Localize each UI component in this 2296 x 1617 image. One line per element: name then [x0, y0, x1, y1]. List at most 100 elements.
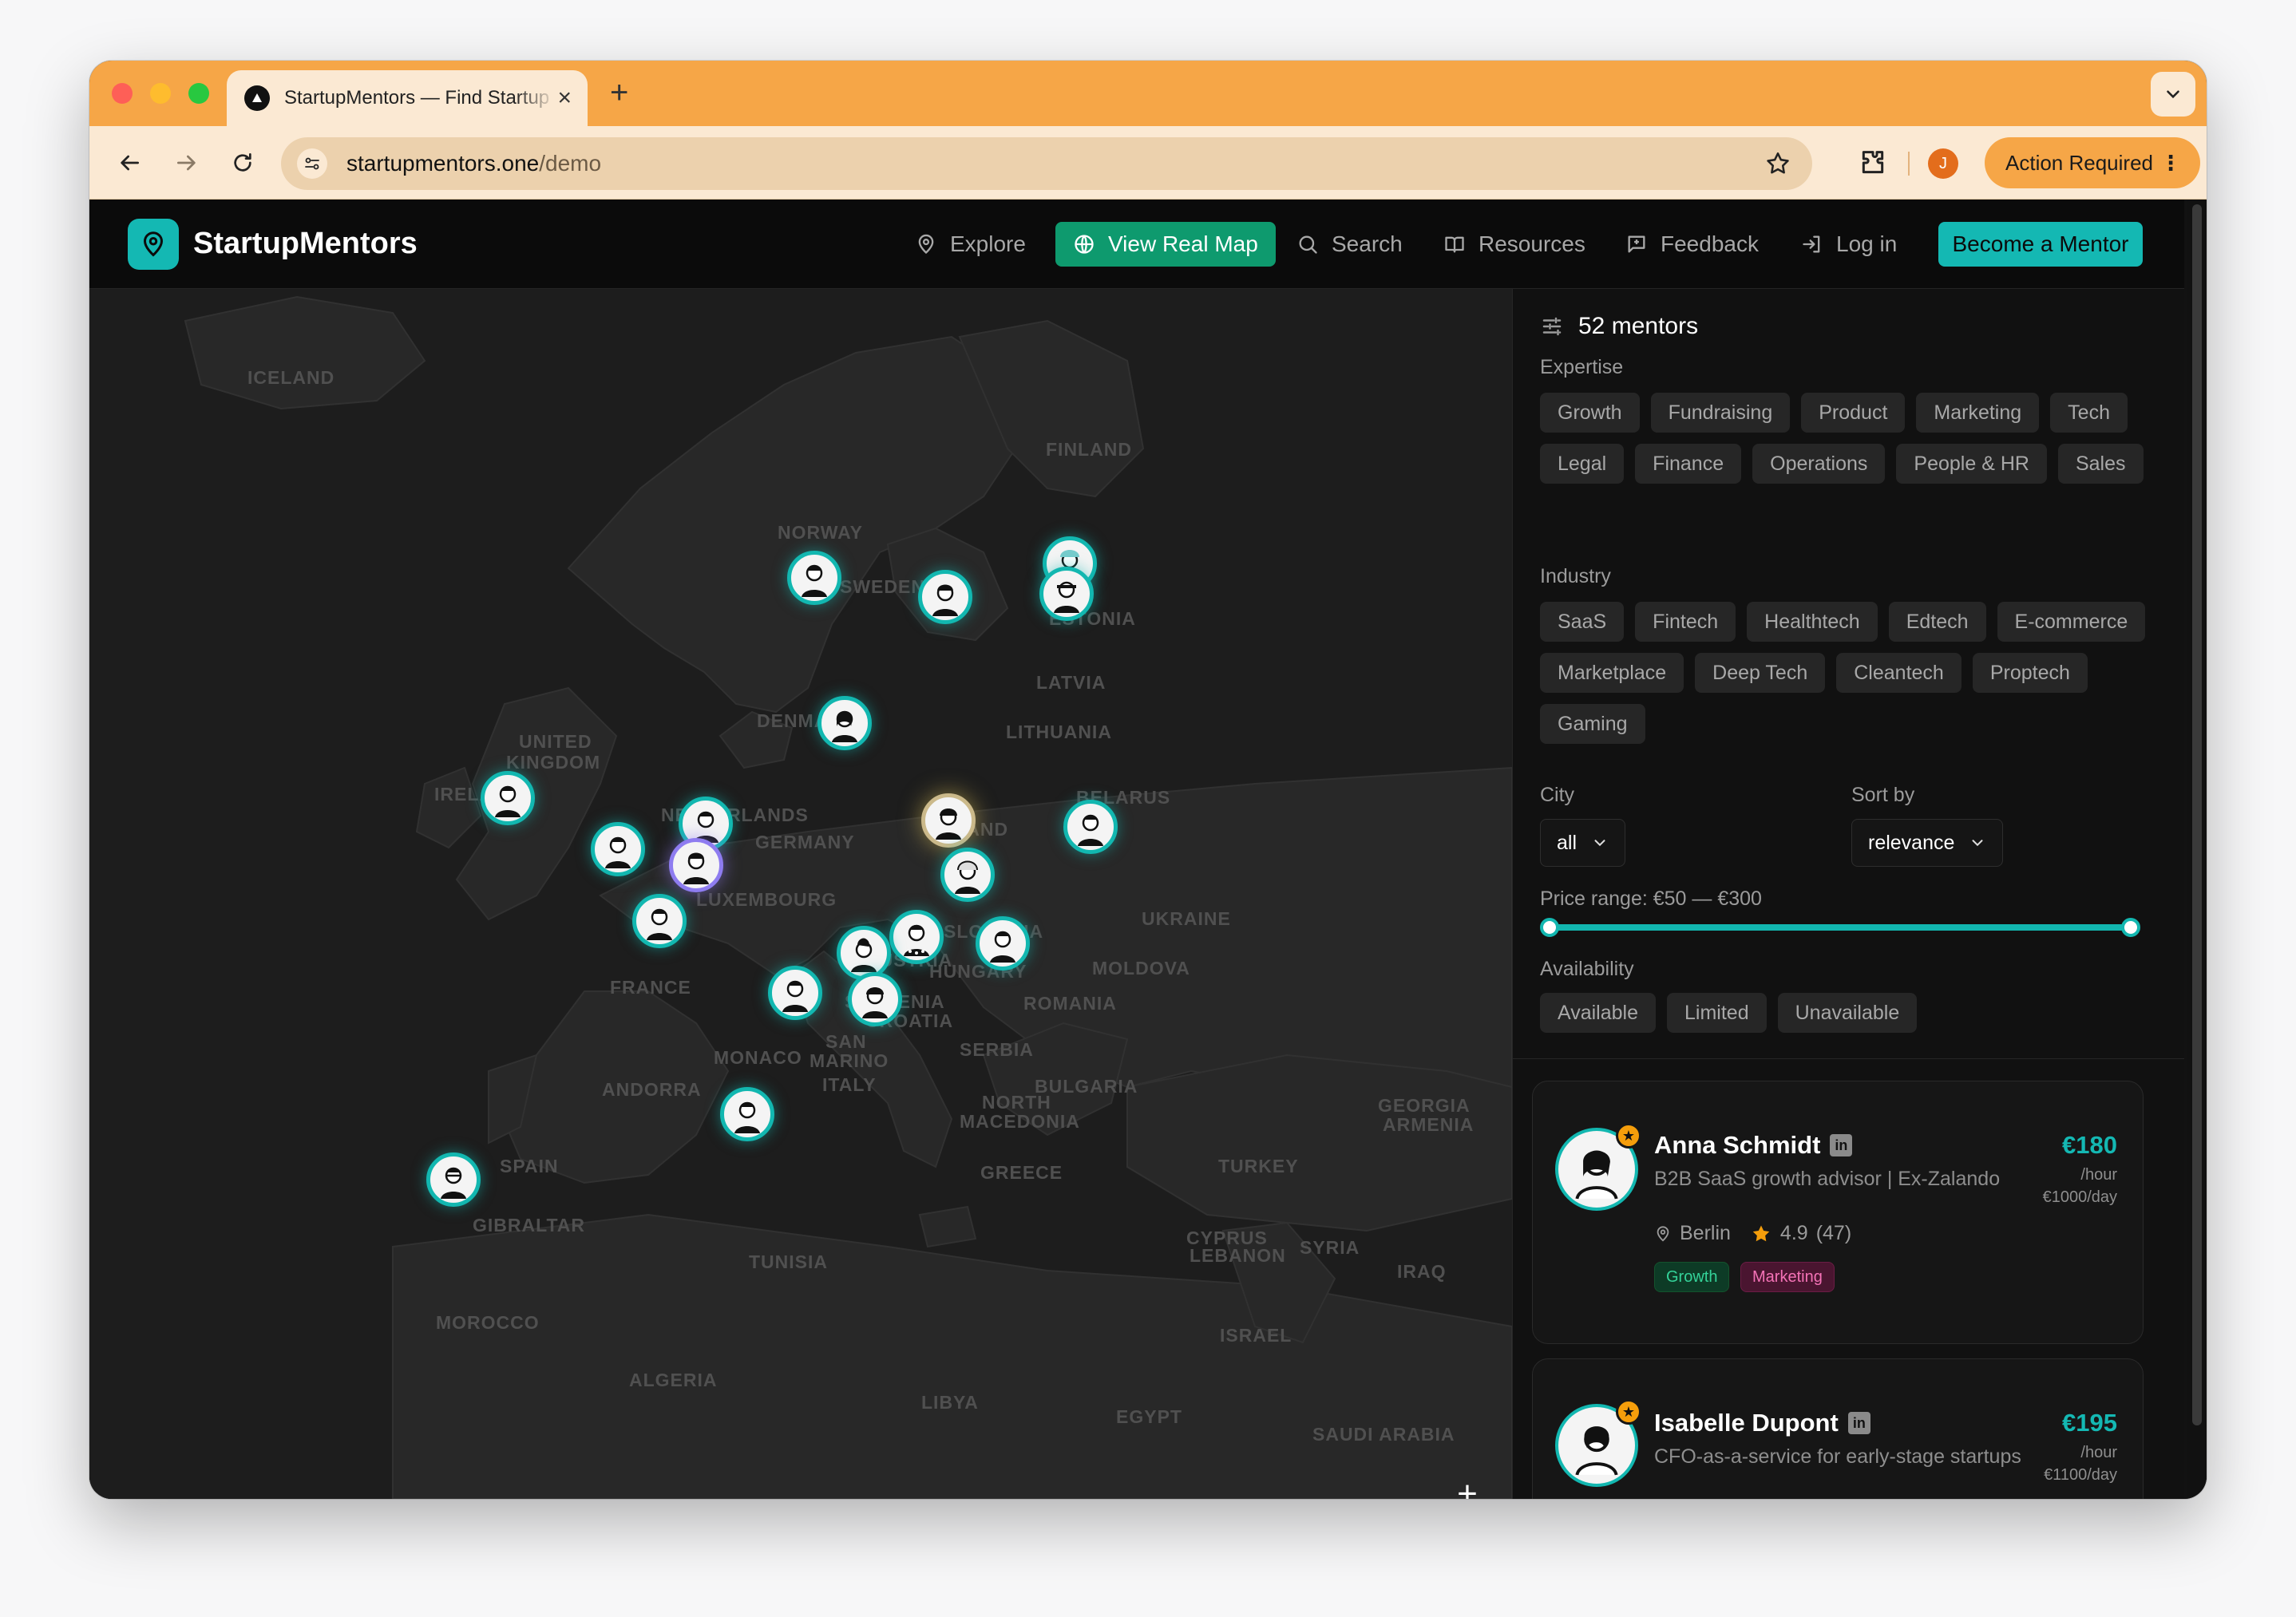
panel-divider: [1513, 1058, 2184, 1059]
chip-expertise[interactable]: Operations: [1752, 444, 1886, 484]
chip-expertise[interactable]: People & HR: [1896, 444, 2047, 484]
sliders-icon[interactable]: [1540, 314, 1564, 338]
forward-button[interactable]: [169, 145, 204, 180]
become-mentor-button[interactable]: Become a Mentor: [1938, 222, 2143, 267]
chip-industry[interactable]: Cleantech: [1836, 653, 1961, 693]
mentor-pin[interactable]: [768, 966, 822, 1020]
reload-icon: [234, 153, 251, 172]
chip-industry[interactable]: Proptech: [1972, 653, 2088, 693]
chip-industry[interactable]: Deep Tech: [1695, 653, 1826, 693]
minimize-window-button[interactable]: [150, 83, 171, 104]
tab-title: StartupMentors — Find Startup Mentors: [284, 87, 556, 109]
action-required-button[interactable]: Action Required ⋮: [1985, 137, 2200, 188]
tab-search-button[interactable]: [2151, 72, 2195, 117]
chip-industry[interactable]: Marketplace: [1540, 653, 1684, 693]
tab-bar: StartupMentors — Find Startup Mentors × …: [89, 61, 2207, 126]
chip-industry[interactable]: Edtech: [1888, 602, 1986, 642]
featured-star-icon: ★: [1616, 1123, 1641, 1149]
person-avatar-icon: [932, 584, 958, 616]
nav-search[interactable]: Search: [1296, 222, 1403, 267]
linkedin-icon[interactable]: in: [1830, 1134, 1853, 1156]
kebab-menu-icon: ⋮: [2160, 151, 2181, 175]
mentor-meta: Berlin 4.9 (47): [1654, 1222, 1851, 1245]
extensions-puzzle-icon[interactable]: [1857, 147, 1889, 179]
featured-star-icon: ★: [1616, 1399, 1641, 1425]
mentor-name[interactable]: Isabelle Dupont: [1654, 1409, 1839, 1437]
mentor-pin[interactable]: [1039, 567, 1094, 621]
map-label: EGYPT: [1116, 1406, 1182, 1427]
chip-industry[interactable]: E-commerce: [1997, 602, 2146, 642]
sort-select[interactable]: relevance: [1851, 819, 2004, 867]
chip-expertise[interactable]: Finance: [1635, 444, 1742, 484]
chip-expertise[interactable]: Marketing: [1916, 393, 2040, 433]
chip-expertise[interactable]: Fundraising: [1650, 393, 1791, 433]
mentor-pin[interactable]: [591, 822, 645, 876]
chip-expertise[interactable]: Sales: [2057, 444, 2144, 484]
mentor-card[interactable]: ★ Isabelle Dupont in CFO-as-a-service fo…: [1532, 1358, 2144, 1499]
chip-industry[interactable]: Gaming: [1540, 704, 1645, 744]
close-tab-icon[interactable]: ×: [557, 86, 572, 110]
mentor-pin[interactable]: [426, 1152, 481, 1207]
chip-industry[interactable]: SaaS: [1540, 602, 1625, 642]
price-slider-track[interactable]: [1548, 924, 2128, 931]
mentor-map[interactable]: ICELAND FINLAND NORWAY SWEDEN ESTONIA LA…: [89, 289, 1512, 1499]
chip-expertise[interactable]: Tech: [2050, 393, 2128, 433]
page-scrollbar[interactable]: [2187, 200, 2207, 1499]
site-settings-icon[interactable]: [297, 148, 327, 179]
mentor-pin[interactable]: [787, 551, 841, 605]
mentor-name[interactable]: Anna Schmidt: [1654, 1131, 1820, 1160]
person-avatar-icon: [1575, 1150, 1618, 1200]
chip-availability[interactable]: Available: [1540, 993, 1657, 1033]
nav-feedback[interactable]: Feedback: [1625, 222, 1759, 267]
price-slider-max-handle[interactable]: [2121, 918, 2140, 937]
app-root: StartupMentors Explore View Real Map Sea…: [89, 200, 2207, 1499]
mentor-pin[interactable]: [889, 910, 944, 964]
reload-button[interactable]: [225, 145, 260, 180]
sort-select-value: relevance: [1868, 831, 1955, 854]
brand-name[interactable]: StartupMentors: [193, 227, 418, 261]
mentor-pin[interactable]: [976, 916, 1030, 971]
mentor-pin[interactable]: [940, 848, 995, 902]
mentor-pin-featured[interactable]: [921, 793, 976, 848]
mentor-pin[interactable]: [817, 696, 872, 750]
page-scrollbar-thumb[interactable]: [2192, 204, 2202, 1425]
chip-availability[interactable]: Limited: [1667, 993, 1767, 1033]
availability-label: Availability: [1540, 958, 1634, 980]
nav-explore[interactable]: Explore: [915, 222, 1026, 267]
city-select[interactable]: all: [1540, 819, 1626, 867]
mentor-pin[interactable]: [848, 972, 902, 1026]
bookmark-star-icon[interactable]: [1764, 150, 1791, 177]
nav-login[interactable]: Log in: [1801, 222, 1897, 267]
mentor-pin[interactable]: [1063, 800, 1118, 854]
mentor-pin[interactable]: [918, 570, 972, 624]
mentor-pin[interactable]: [720, 1087, 774, 1141]
chip-industry[interactable]: Healthtech: [1747, 602, 1878, 642]
new-tab-button[interactable]: +: [610, 77, 628, 109]
mentor-pin[interactable]: [481, 771, 535, 825]
mentor-card[interactable]: ★ Anna Schmidt in B2B SaaS growth adviso…: [1532, 1081, 2144, 1344]
mentor-pin[interactable]: [632, 894, 687, 948]
chip-expertise[interactable]: Product: [1801, 393, 1906, 433]
site-header: StartupMentors Explore View Real Map Sea…: [89, 200, 2184, 289]
zoom-in-button[interactable]: +: [1447, 1470, 1488, 1499]
mentor-pin-selected[interactable]: [669, 838, 723, 892]
close-window-button[interactable]: [112, 83, 133, 104]
chip-availability[interactable]: Unavailable: [1777, 993, 1918, 1033]
chip-expertise[interactable]: Legal: [1540, 444, 1625, 484]
map-label: FINLAND: [1046, 439, 1132, 460]
nav-view-real-map[interactable]: View Real Map: [1055, 222, 1276, 267]
chip-industry[interactable]: Fintech: [1635, 602, 1736, 642]
back-button[interactable]: [112, 145, 147, 180]
action-required-label: Action Required: [2005, 150, 2153, 175]
profile-avatar[interactable]: J: [1928, 148, 1958, 179]
maximize-window-button[interactable]: [188, 83, 209, 104]
chip-expertise[interactable]: Growth: [1540, 393, 1640, 433]
active-tab[interactable]: StartupMentors — Find Startup Mentors ×: [227, 70, 588, 126]
nav-resources[interactable]: Resources: [1443, 222, 1585, 267]
address-bar[interactable]: startupmentors.one/demo: [281, 137, 1812, 190]
linkedin-icon[interactable]: in: [1847, 1412, 1870, 1434]
person-avatar-icon: [683, 852, 709, 884]
logo-map-pin-icon[interactable]: [128, 219, 179, 270]
price-slider-min-handle[interactable]: [1540, 918, 1559, 937]
mentor-pin[interactable]: [837, 926, 891, 980]
